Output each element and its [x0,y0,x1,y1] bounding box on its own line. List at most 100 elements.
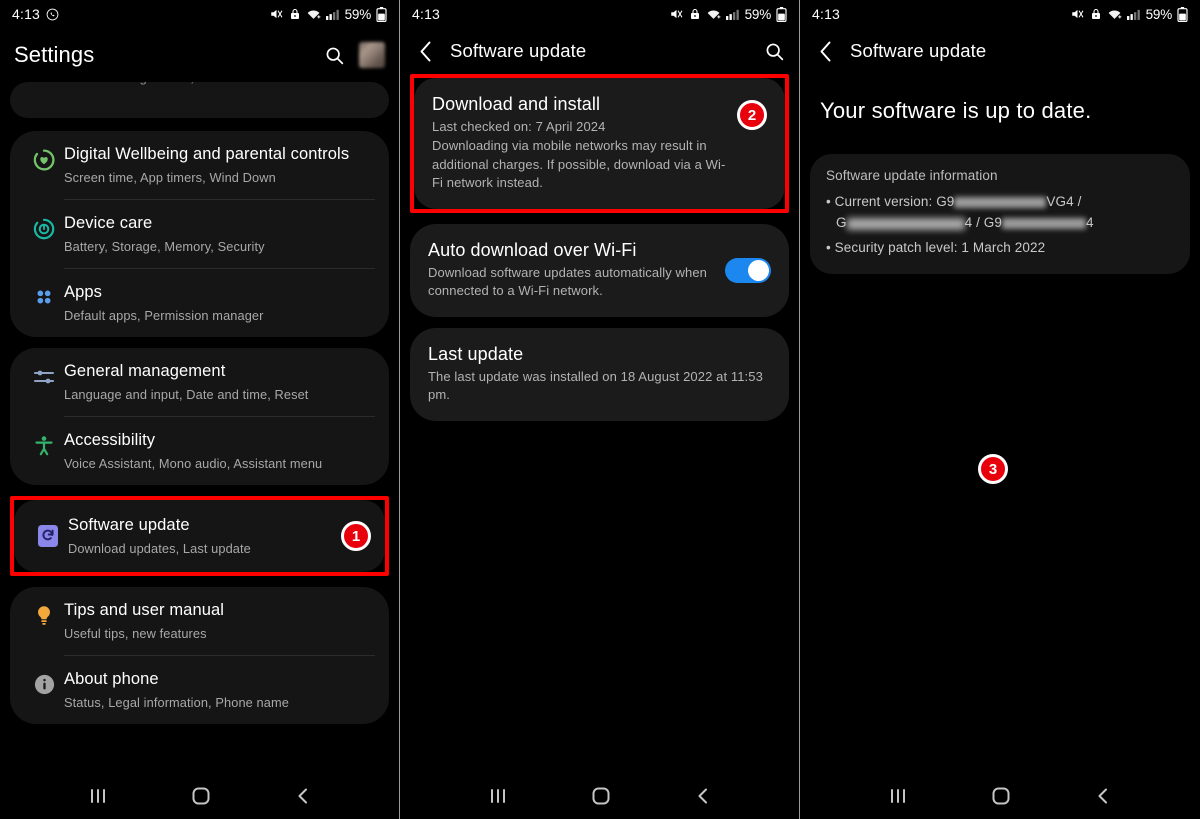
sidebar-item-tips[interactable]: Tips and user manual Useful tips, new fe… [10,587,389,655]
back-icon[interactable] [693,786,713,806]
settings-group-software-update: Software update Download updates, Last u… [14,500,385,573]
item-title: General management [64,362,226,381]
card-last-update[interactable]: Last update The last update was installe… [410,327,789,421]
item-subtitle: Default apps, Permission manager [64,307,264,323]
highlight-box-2: Download and install Last checked on: 7 … [410,74,789,213]
status-bar: 4:13 59% [0,0,399,28]
search-icon[interactable] [764,41,785,62]
sidebar-item-digital-wellbeing[interactable]: Digital Wellbeing and parental controls … [10,131,389,199]
highlight-box-1: Software update Download updates, Last u… [10,496,389,577]
sidebar-item-about-phone[interactable]: About phone Status, Legal information, P… [10,656,389,724]
redacted-version-c [1001,218,1086,230]
security-patch-line: • Security patch level: 1 March 2022 [826,239,1046,255]
item-title: Digital Wellbeing and parental controls [64,145,350,163]
step-badge-2: 2 [737,100,767,130]
digital-wellbeing-icon [24,144,64,172]
page-title: Software update [450,40,587,61]
settings-group-4: Tips and user manual Useful tips, new fe… [10,587,389,725]
navigation-bar [400,773,799,819]
auto-download-toggle[interactable] [725,257,771,283]
battery-percent: 59% [1145,6,1173,22]
status-time: 4:13 [12,6,41,22]
mute-icon [669,7,684,21]
accessibility-icon [24,430,64,458]
recents-icon[interactable] [887,786,909,806]
item-subtitle: Screen time, App timers, Wind Down [64,169,276,185]
current-version-line2-mid: 4 / G9 [964,215,1002,231]
settings-group-2: General management Language and input, D… [10,348,389,486]
search-icon[interactable] [324,45,345,66]
software-update-app-bar: Software update [400,28,799,74]
item-title: Software update [68,516,190,535]
card-title: Download and install [432,94,601,114]
home-icon[interactable] [990,785,1012,807]
current-version-line2-suffix: 4 [1085,215,1094,231]
mute-icon [1070,7,1085,21]
card-description: Downloading via mobile networks may resu… [432,138,726,191]
item-subtitle: Useful tips, new features [64,625,207,641]
sidebar-item-accessibility[interactable]: Accessibility Voice Assistant, Mono audi… [10,417,389,485]
back-icon[interactable] [293,786,313,806]
battery-icon [1177,6,1188,22]
item-title: About phone [64,670,159,689]
battery-icon [376,6,387,22]
scrolled-partial-label: Motions and gestures, One-handed mode [64,82,308,85]
battery-percent: 59% [344,6,372,22]
toggle-knob [748,259,769,281]
lock-icon [1090,7,1102,21]
panel-up-to-date: 4:13 59% Software update Your software i… [800,0,1200,819]
mute-icon [269,7,284,21]
status-bar: 4:13 59% [400,0,799,28]
home-icon[interactable] [190,785,212,807]
step-badge-1: 1 [341,521,371,552]
card-description: Download software updates automatically … [428,264,707,299]
card-description: The last update was installed on 18 Augu… [428,368,763,403]
back-icon[interactable] [414,41,436,62]
redacted-version-a [954,196,1047,208]
recents-icon[interactable] [487,786,509,806]
status-time: 4:13 [812,6,841,22]
item-subtitle: Voice Assistant, Mono audio, Assistant m… [64,455,323,471]
lock-icon [689,7,701,21]
card-download-and-install[interactable]: Download and install Last checked on: 7 … [414,78,785,209]
sidebar-item-software-update[interactable]: Software update Download updates, Last u… [14,500,385,572]
sidebar-item-general-management[interactable]: General management Language and input, D… [10,348,389,416]
wifi-icon [706,8,721,21]
card-title: Auto download over Wi-Fi [428,239,637,260]
apps-icon [24,282,64,308]
three-panel-screenshot: 4:13 59% Settings Digital Wellbeing and … [0,0,1200,819]
home-icon[interactable] [590,785,612,807]
status-time: 4:13 [412,6,441,22]
avatar[interactable] [359,42,385,68]
signal-icon [325,8,340,21]
item-subtitle: Status, Legal information, Phone name [64,694,289,710]
signal-icon [725,8,740,21]
current-version-suffix: VG4 / [1046,194,1082,209]
back-icon[interactable] [1093,786,1113,806]
step-badge-3-wrap: 3 [978,454,1008,484]
item-title: Device care [64,214,153,233]
tips-icon [24,600,64,628]
page-title: Settings [14,42,95,67]
device-care-icon [24,213,64,241]
item-subtitle: Language and input, Date and time, Reset [64,386,309,402]
signal-icon [1126,8,1141,21]
settings-group-scrolled: Motions and gestures, One-handed mode [10,82,389,118]
current-version-label: • Current version: [826,194,933,209]
recents-icon[interactable] [87,786,109,806]
about-phone-icon [24,669,64,696]
page-title: Software update [850,40,987,61]
whatsapp-icon [46,8,59,21]
card-last-checked: Last checked on: 7 April 2024 [432,119,606,134]
sidebar-item-device-care[interactable]: Device care Battery, Storage, Memory, Se… [10,200,389,268]
settings-list: Motions and gestures, One-handed mode Di… [0,82,399,725]
settings-app-bar: Settings [0,28,399,82]
software-update-information-card: Software update information • Current ve… [810,154,1190,274]
update-card-list: Download and install Last checked on: 7 … [400,74,799,421]
sidebar-item-apps[interactable]: Apps Default apps, Permission manager [10,269,389,337]
card-auto-download-wifi[interactable]: Auto download over Wi-Fi Download softwa… [410,223,789,317]
current-version-prefix: G9 [936,194,955,209]
back-icon[interactable] [814,41,836,62]
panel-settings: 4:13 59% Settings Digital Wellbeing and … [0,0,400,819]
scrolled-partial-item[interactable]: Motions and gestures, One-handed mode [10,82,389,118]
